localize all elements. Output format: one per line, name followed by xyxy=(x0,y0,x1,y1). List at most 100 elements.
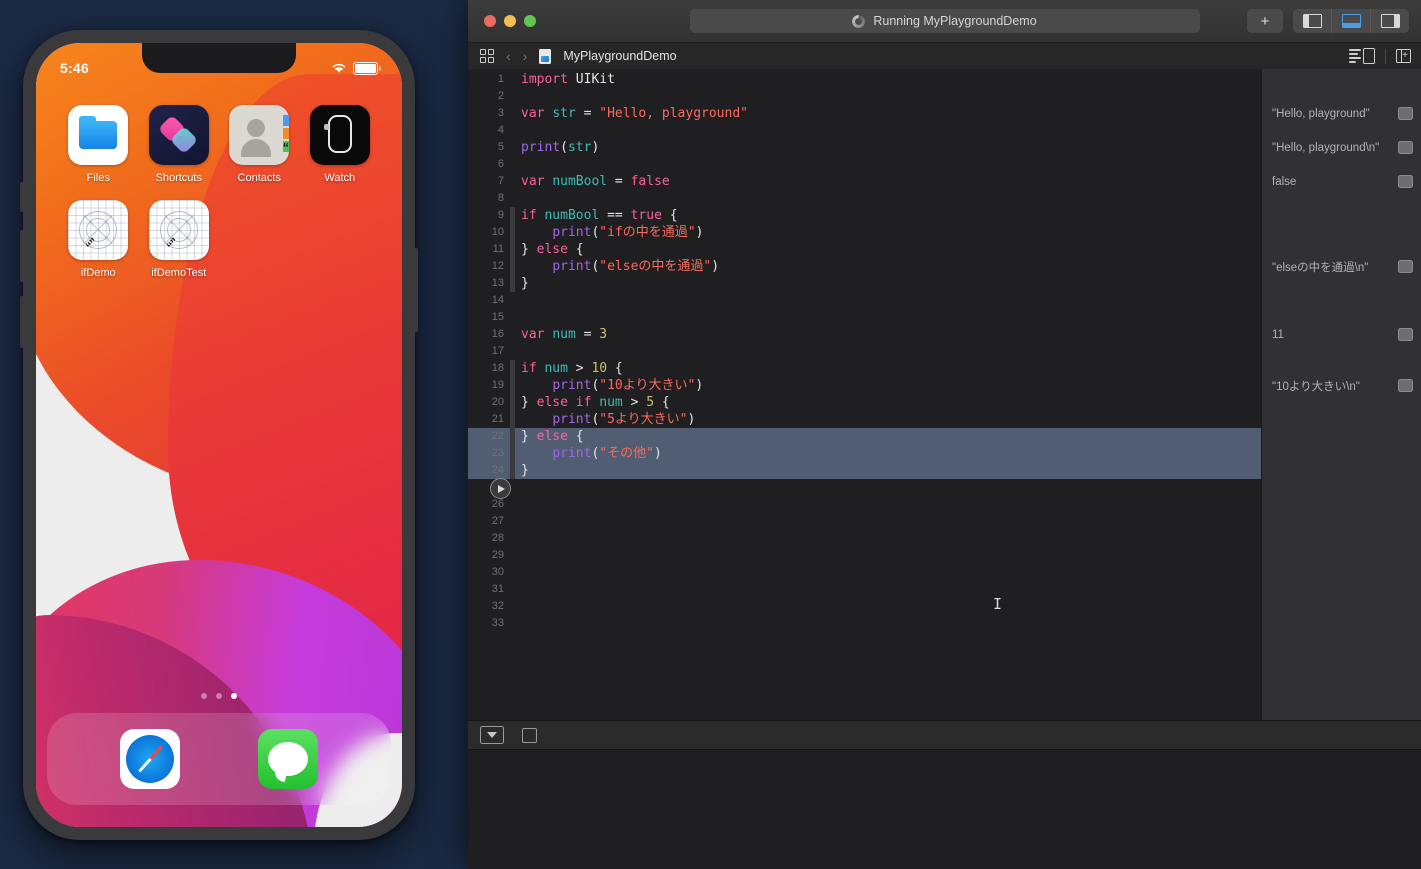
code-line[interactable]: 9 if numBool == true { xyxy=(468,207,1261,224)
ios-status-bar: 5:46 xyxy=(36,43,402,87)
result-value: "Hello, playground" xyxy=(1272,107,1370,120)
code-fold-ribbon[interactable] xyxy=(510,530,515,547)
code-line[interactable]: 5 print(str) xyxy=(468,139,1261,156)
code-line[interactable]: 4 xyxy=(468,122,1261,139)
code-fold-ribbon[interactable] xyxy=(510,88,515,105)
simulator-screen[interactable]: 5:46 Files Shortcuts Contacts Watch ifDe… xyxy=(36,43,402,827)
minimap-icon[interactable] xyxy=(1349,48,1375,64)
tab-grid-icon[interactable] xyxy=(480,49,494,63)
quick-look-button[interactable] xyxy=(1398,328,1413,341)
code-line[interactable]: 30 xyxy=(468,564,1261,581)
code-line[interactable]: 14 xyxy=(468,292,1261,309)
code-line[interactable]: 19 print("10より大きい") xyxy=(468,377,1261,394)
run-line-marker[interactable] xyxy=(490,478,511,499)
navigator-toggle[interactable] xyxy=(1293,9,1332,33)
console-output-area[interactable] xyxy=(468,750,1421,869)
code-line[interactable]: 8 xyxy=(468,190,1261,207)
chevron-right-icon[interactable]: › xyxy=(523,48,528,64)
code-line[interactable]: 21 print("5より大きい") xyxy=(468,411,1261,428)
code-line[interactable]: 16 var num = 3 xyxy=(468,326,1261,343)
quick-look-button[interactable] xyxy=(1398,260,1413,273)
result-row[interactable]: "Hello, playground\n" xyxy=(1262,139,1421,156)
page-indicator[interactable] xyxy=(36,693,402,699)
code-line[interactable]: 22} else { xyxy=(468,428,1261,445)
code-line[interactable]: 28 xyxy=(468,530,1261,547)
code-line[interactable]: 32 xyxy=(468,598,1261,615)
code-line[interactable]: 11} else { xyxy=(468,241,1261,258)
code-fold-ribbon[interactable] xyxy=(510,513,515,530)
result-row[interactable]: 11 xyxy=(1262,326,1421,343)
result-row[interactable]: "10より大きい\n" xyxy=(1262,377,1421,394)
code-line[interactable]: 29 xyxy=(468,547,1261,564)
quick-look-button[interactable] xyxy=(1398,379,1413,392)
mute-switch[interactable] xyxy=(20,182,24,212)
quick-look-button[interactable] xyxy=(1398,107,1413,120)
code-line[interactable]: 25 xyxy=(468,479,1261,496)
code-fold-ribbon[interactable] xyxy=(510,122,515,139)
result-row[interactable]: "Hello, playground" xyxy=(1262,105,1421,122)
code-line[interactable]: 24} xyxy=(468,462,1261,479)
breadcrumb[interactable]: MyPlaygroundDemo xyxy=(563,49,676,63)
add-editor-icon[interactable]: + xyxy=(1396,49,1411,63)
volume-down-button[interactable] xyxy=(20,296,24,348)
code-line[interactable]: 17 xyxy=(468,343,1261,360)
chevron-left-icon[interactable]: ‹ xyxy=(506,48,511,64)
debug-area-toggle[interactable] xyxy=(1332,9,1371,33)
code-line[interactable]: 18 if num > 10 { xyxy=(468,360,1261,377)
code-line[interactable]: 10 print("ifの中を通過") xyxy=(468,224,1261,241)
app-icon-watch[interactable]: Watch xyxy=(306,105,374,184)
code-fold-ribbon[interactable] xyxy=(510,547,515,564)
code-line[interactable]: 2 xyxy=(468,88,1261,105)
code-line[interactable]: 6 xyxy=(468,156,1261,173)
results-sidebar[interactable]: "Hello, playground" "Hello, playground\n"… xyxy=(1261,69,1421,739)
code-line[interactable]: 20} else if num > 5 { xyxy=(468,394,1261,411)
app-icon-files[interactable]: Files xyxy=(64,105,132,184)
code-fold-ribbon[interactable] xyxy=(510,598,515,615)
code-line[interactable]: 12 print("elseの中を通過") xyxy=(468,258,1261,275)
code-line[interactable]: 27 xyxy=(468,513,1261,530)
code-line[interactable]: 33 xyxy=(468,615,1261,632)
app-icon-contacts[interactable]: Contacts xyxy=(225,105,293,184)
xcode-window[interactable]: Running MyPlaygroundDemo + ‹ › MyPlaygro… xyxy=(468,0,1421,869)
code-line[interactable]: 26 xyxy=(468,496,1261,513)
code-line[interactable]: 7 var numBool = false xyxy=(468,173,1261,190)
code-fold-ribbon[interactable] xyxy=(510,496,515,513)
toggle-console-icon[interactable] xyxy=(480,726,504,744)
code-line[interactable]: 1 import UIKit xyxy=(468,71,1261,88)
app-icon-ifdemotest[interactable]: ifDemoTest xyxy=(145,200,213,279)
messages-icon[interactable] xyxy=(258,729,318,789)
code-fold-ribbon[interactable] xyxy=(510,581,515,598)
power-button[interactable] xyxy=(414,248,418,332)
add-button[interactable]: + xyxy=(1247,9,1283,33)
code-fold-ribbon[interactable] xyxy=(510,564,515,581)
code-line[interactable]: 23 print("その他") xyxy=(468,445,1261,462)
app-icon-shortcuts[interactable]: Shortcuts xyxy=(145,105,213,184)
result-row[interactable]: "elseの中を通過\n" xyxy=(1262,258,1421,275)
code-fold-ribbon[interactable] xyxy=(510,156,515,173)
result-row[interactable]: false xyxy=(1262,173,1421,190)
code-line[interactable]: 15 xyxy=(468,309,1261,326)
volume-up-button[interactable] xyxy=(20,230,24,282)
safari-icon[interactable] xyxy=(120,729,180,789)
code-line[interactable]: 13} xyxy=(468,275,1261,292)
minimize-button[interactable] xyxy=(504,15,516,27)
inspector-toggle[interactable] xyxy=(1371,9,1409,33)
code-fold-ribbon[interactable] xyxy=(510,309,515,326)
line-number: 30 xyxy=(491,566,504,578)
code-line[interactable]: 3 var str = "Hello, playground" xyxy=(468,105,1261,122)
quick-look-button[interactable] xyxy=(1398,175,1413,188)
code-lines[interactable]: 1 import UIKit 2 3 var str = "Hello, playgro… xyxy=(468,71,1261,632)
close-button[interactable] xyxy=(484,15,496,27)
code-line[interactable]: 31 xyxy=(468,581,1261,598)
code-fold-ribbon[interactable] xyxy=(510,292,515,309)
iphone-simulator-window[interactable]: 5:46 Files Shortcuts Contacts Watch ifDe… xyxy=(20,30,418,840)
app-icon-ifdemo[interactable]: ifDemo xyxy=(64,200,132,279)
code-fold-ribbon[interactable] xyxy=(510,615,515,632)
source-editor[interactable]: 1 import UIKit 2 3 var str = "Hello, playgro… xyxy=(468,69,1261,739)
code-fold-ribbon[interactable] xyxy=(510,190,515,207)
toggle-variables-icon[interactable] xyxy=(522,727,537,743)
quick-look-button[interactable] xyxy=(1398,141,1413,154)
maximize-button[interactable] xyxy=(524,15,536,27)
code-text: if numBool == true { xyxy=(521,208,678,223)
code-fold-ribbon[interactable] xyxy=(510,343,515,360)
